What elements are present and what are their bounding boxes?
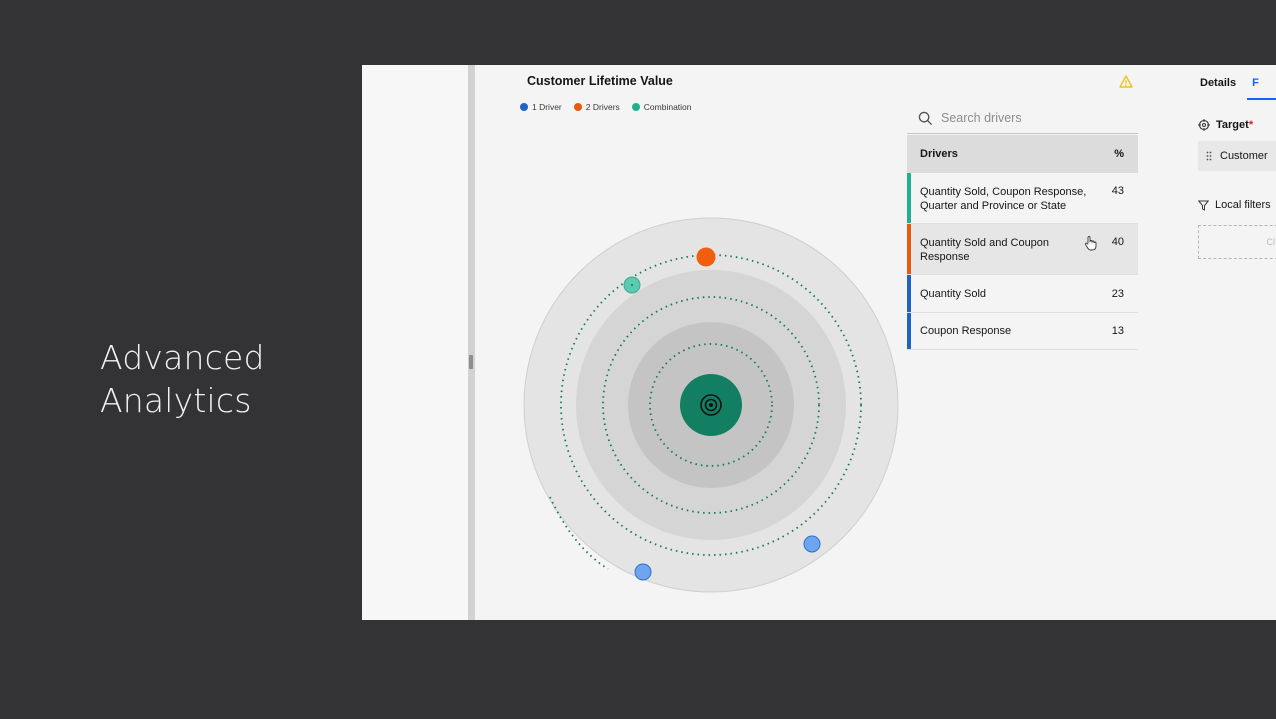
local-filters-label: Local filters [1215, 199, 1271, 211]
legend-dot-icon [573, 103, 582, 111]
driver-node-combination-dot [631, 284, 633, 286]
column-header-drivers[interactable]: Drivers [920, 148, 958, 160]
driver-label: Quantity Sold, Coupon Response, Quarter … [920, 186, 1087, 212]
required-marker: * [1248, 119, 1254, 131]
splitter-grip-icon[interactable] [469, 355, 473, 369]
driver-label: Coupon Response [920, 325, 1012, 337]
driver-label: Quantity Sold and Coupon Response [920, 237, 1050, 263]
table-row[interactable]: Quantity Sold and Coupon Response 40 [907, 224, 1138, 275]
warning-triangle-icon[interactable] [1119, 75, 1133, 88]
row-color-bar [907, 313, 911, 349]
table-row[interactable]: Coupon Response 13 [907, 313, 1138, 350]
driver-node-1-driver-a[interactable] [803, 535, 821, 553]
target-label: Target* [1216, 119, 1253, 131]
search-drivers [907, 103, 1138, 134]
target-crosshair-icon [1198, 119, 1210, 131]
app-window: Customer Lifetime Value 1 Driver 2 Drive… [362, 65, 1276, 620]
target-label-text: Target [1216, 119, 1249, 131]
drivers-table: Drivers % Quantity Sold, Coupon Response… [907, 135, 1138, 350]
local-filters-heading: Local filters [1198, 199, 1271, 211]
left-pane [362, 65, 468, 620]
legend-label: Combination [643, 102, 692, 112]
driver-spiral-chart [523, 217, 899, 593]
chart-legend: 1 Driver 2 Drivers Combination [520, 102, 692, 112]
target-heading: Target* [1198, 119, 1253, 131]
tab-second[interactable]: F [1247, 73, 1276, 100]
legend-dot-icon [631, 103, 640, 111]
driver-percent: 40 [1111, 236, 1124, 248]
table-row[interactable]: Quantity Sold, Coupon Response, Quarter … [907, 173, 1138, 224]
target-value: Customer [1220, 150, 1268, 162]
slide-title-line-2: Analytics [100, 381, 252, 420]
slide-title: Advanced Analytics [100, 336, 265, 422]
slide-title-line-1: Advanced [100, 338, 265, 377]
search-drivers-input[interactable] [941, 107, 1131, 129]
drag-handle-icon[interactable] [1206, 151, 1212, 161]
legend-label: 1 Driver [532, 102, 562, 112]
driver-node-2-drivers[interactable] [696, 247, 716, 267]
legend-item-1-driver: 1 Driver [520, 102, 562, 112]
driver-percent: 23 [1111, 287, 1124, 300]
filter-drop-zone[interactable]: Cl [1198, 225, 1276, 259]
target-field-pill[interactable]: Customer [1198, 141, 1276, 171]
legend-label: 2 Drivers [585, 102, 620, 112]
driver-node-1-driver-b[interactable] [634, 563, 652, 581]
legend-dot-icon [520, 103, 528, 111]
pane-splitter[interactable] [468, 65, 475, 620]
driver-label: Quantity Sold [920, 287, 987, 300]
row-color-bar [907, 173, 911, 223]
search-icon[interactable] [918, 111, 933, 126]
properties-panel: Details F Target* Customer Local filters… [1188, 65, 1276, 620]
filter-icon [1198, 200, 1209, 211]
visualization-title: Customer Lifetime Value [527, 74, 673, 88]
drivers-table-header: Drivers % [907, 135, 1138, 173]
driver-percent: 43 [1111, 185, 1124, 197]
driver-percent: 13 [1111, 325, 1124, 337]
panel-tabs: Details F [1188, 73, 1276, 100]
column-header-percent[interactable]: % [1114, 148, 1124, 160]
row-color-bar [907, 224, 911, 274]
table-row[interactable]: Quantity Sold 23 [907, 275, 1138, 313]
tab-details[interactable]: Details [1188, 73, 1247, 100]
hand-cursor-icon [1085, 236, 1097, 251]
legend-item-2-drivers: 2 Drivers [573, 102, 620, 112]
row-color-bar [907, 275, 911, 312]
legend-item-combination: Combination [631, 102, 692, 112]
